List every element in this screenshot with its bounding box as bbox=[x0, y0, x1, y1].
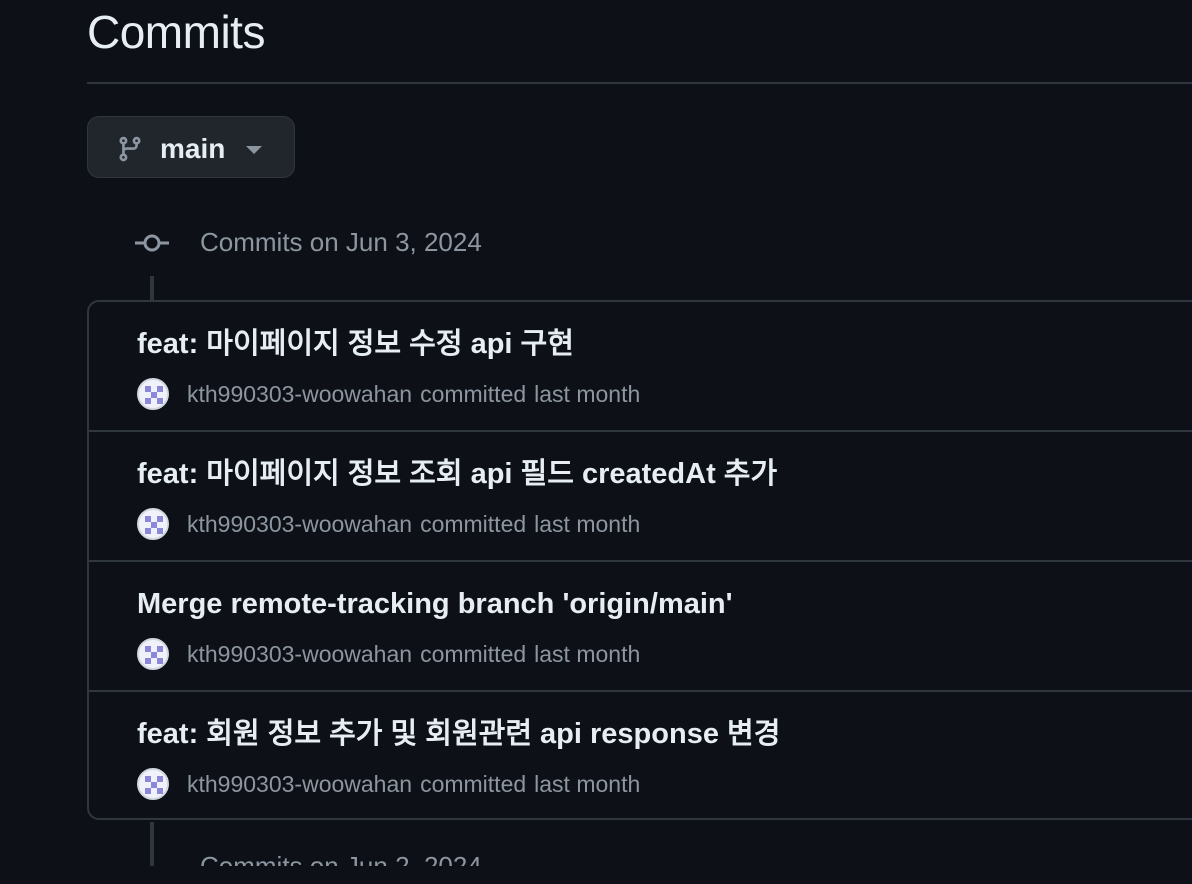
commit-author-link[interactable]: kth990303-woowahan bbox=[187, 381, 412, 408]
commit-title-link[interactable]: feat: 회원 정보 추가 및 회원관련 api response 변경 bbox=[137, 714, 780, 754]
commit-title-link[interactable]: feat: 마이페이지 정보 수정 api 구현 bbox=[137, 324, 574, 364]
triangle-down-icon bbox=[246, 146, 262, 154]
git-commit-icon bbox=[135, 234, 169, 252]
avatar[interactable] bbox=[137, 638, 169, 670]
commit-author-link[interactable]: kth990303-woowahan bbox=[187, 641, 412, 668]
commit-action-text: committed bbox=[420, 380, 527, 407]
commit-time: last month bbox=[534, 640, 641, 667]
commit-row: Merge remote-tracking branch 'origin/mai… bbox=[89, 562, 1192, 692]
page-title: Commits bbox=[87, 6, 265, 58]
commit-meta: kth990303-woowahan committed last month bbox=[137, 766, 640, 802]
commit-meta: kth990303-woowahan committed last month bbox=[137, 506, 640, 542]
next-commit-group-heading: Commits on Jun 2, 2024 bbox=[200, 851, 482, 881]
commit-time: last month bbox=[534, 770, 641, 797]
commit-title-link[interactable]: feat: 마이페이지 정보 조회 api 필드 createdAt 추가 bbox=[137, 454, 777, 494]
commit-action-text: committed bbox=[420, 770, 527, 797]
commit-action-text: committed bbox=[420, 510, 527, 537]
commit-time: last month bbox=[534, 380, 641, 407]
commit-action-text: committed bbox=[420, 640, 527, 667]
commit-row: feat: 마이페이지 정보 조회 api 필드 createdAt 추가 kt… bbox=[89, 432, 1192, 562]
timeline-line-top bbox=[150, 276, 154, 300]
commit-author-link[interactable]: kth990303-woowahan bbox=[187, 771, 412, 798]
commit-author-link[interactable]: kth990303-woowahan bbox=[187, 511, 412, 538]
avatar[interactable] bbox=[137, 508, 169, 540]
git-branch-icon bbox=[119, 136, 141, 162]
commit-meta: kth990303-woowahan committed last month bbox=[137, 636, 640, 672]
commit-meta: kth990303-woowahan committed last month bbox=[137, 376, 640, 412]
branch-selector-button[interactable]: main bbox=[87, 116, 295, 178]
commit-row: feat: 회원 정보 추가 및 회원관련 api response 변경 kt… bbox=[89, 692, 1192, 818]
commit-group-heading: Commits on Jun 3, 2024 bbox=[200, 227, 482, 257]
commit-list: feat: 마이페이지 정보 수정 api 구현 kth990303-woowa… bbox=[87, 300, 1192, 820]
title-divider bbox=[87, 82, 1192, 84]
avatar[interactable] bbox=[137, 768, 169, 800]
commit-time: last month bbox=[534, 510, 641, 537]
commit-row: feat: 마이페이지 정보 수정 api 구현 kth990303-woowa… bbox=[89, 302, 1192, 432]
avatar[interactable] bbox=[137, 378, 169, 410]
branch-label: main bbox=[160, 133, 226, 164]
commit-title-link[interactable]: Merge remote-tracking branch 'origin/mai… bbox=[137, 584, 733, 624]
timeline-line-bottom bbox=[150, 822, 154, 866]
